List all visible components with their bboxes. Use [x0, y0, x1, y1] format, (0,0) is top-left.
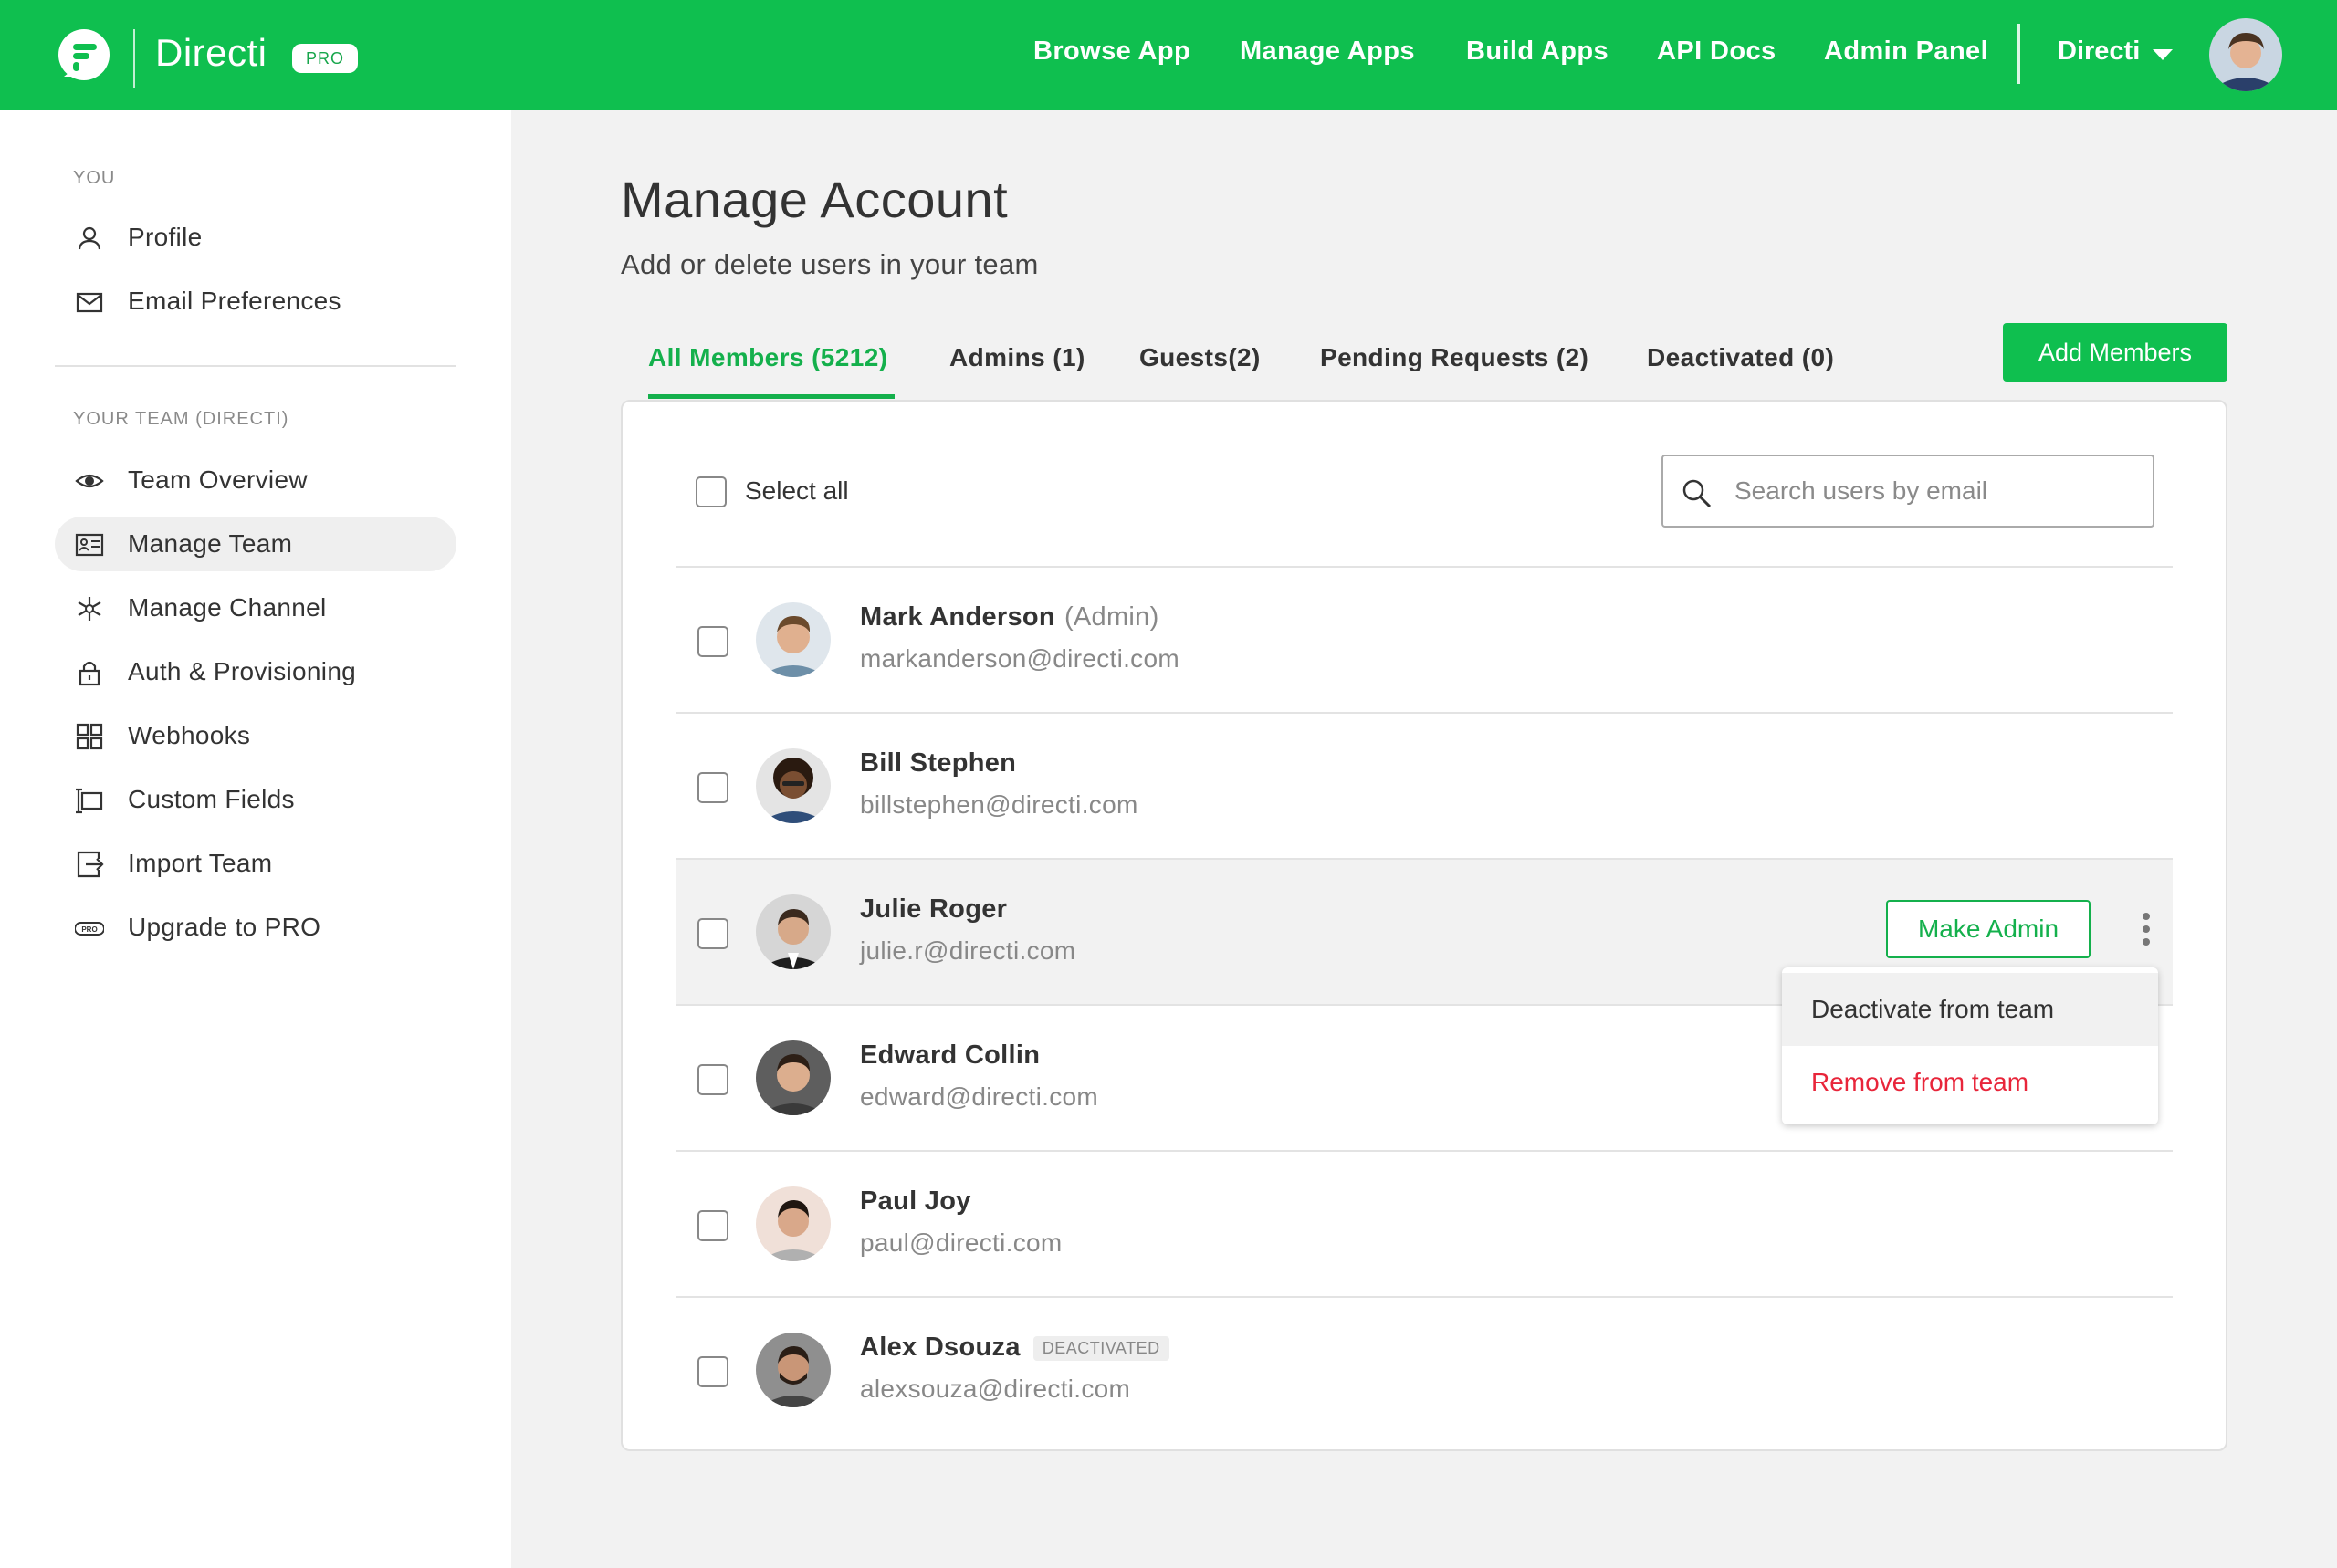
tab-deactivated[interactable]: Deactivated (0)	[1647, 343, 1834, 372]
mail-icon	[76, 292, 103, 313]
sidebar-item-import-team[interactable]: Import Team	[55, 836, 456, 891]
sidebar-item-label: Email Preferences	[128, 287, 341, 315]
member-name: Julie Roger	[860, 894, 1008, 924]
asterisk-icon	[78, 597, 101, 621]
sidebar: YOU Profile Email Preferences YOUR TEAM …	[0, 110, 511, 1568]
members-card: Select all Mark Anderson(Admin) markande…	[621, 400, 2227, 1451]
nav-manage-apps[interactable]: Manage Apps	[1240, 37, 1415, 67]
member-email: julie.r@directi.com	[860, 936, 1076, 965]
tab-admins[interactable]: Admins (1)	[949, 343, 1085, 372]
member-name: Paul Joy	[860, 1186, 971, 1216]
member-email: alexsouza@directi.com	[860, 1375, 1131, 1403]
tab-all-members[interactable]: All Members (5212)	[648, 343, 887, 372]
avatar	[756, 602, 831, 677]
sidebar-item-label: Upgrade to PRO	[128, 913, 321, 941]
sidebar-item-label: Webhooks	[128, 721, 251, 749]
sidebar-item-custom-fields[interactable]: Custom Fields	[55, 772, 456, 827]
sidebar-item-team-overview[interactable]: Team Overview	[55, 453, 456, 507]
page-title: Manage Account	[621, 171, 1009, 228]
pro-badge: PRO	[292, 44, 358, 73]
custom-fields-icon	[76, 788, 103, 814]
nav-divider	[2017, 24, 2020, 84]
deactivate-from-team-item[interactable]: Deactivate from team	[1782, 973, 2158, 1046]
search-icon	[1682, 479, 1712, 508]
eye-icon	[75, 474, 104, 488]
member-email: markanderson@directi.com	[860, 644, 1179, 673]
sidebar-item-label: Team Overview	[128, 465, 308, 494]
user-avatar[interactable]	[2209, 18, 2282, 91]
id-card-icon	[75, 533, 104, 557]
make-admin-button[interactable]: Make Admin	[1886, 900, 2091, 958]
sidebar-item-label: Manage Team	[128, 529, 293, 558]
tab-guests[interactable]: Guests(2)	[1139, 343, 1261, 372]
add-members-button[interactable]: Add Members	[2003, 323, 2227, 382]
sidebar-item-label: Auth & Provisioning	[128, 657, 357, 685]
member-checkbox[interactable]	[697, 1210, 728, 1241]
brand-name[interactable]: Directi	[155, 31, 267, 75]
search-box[interactable]	[1661, 455, 2154, 528]
sidebar-item-webhooks[interactable]: Webhooks	[55, 708, 456, 763]
nav-build-apps[interactable]: Build Apps	[1466, 37, 1609, 67]
sidebar-item-label: Custom Fields	[128, 785, 295, 813]
deactivated-badge: DEACTIVATED	[1032, 1335, 1169, 1361]
sidebar-item-label: Manage Channel	[128, 593, 327, 622]
select-all-checkbox[interactable]	[696, 476, 727, 507]
avatar	[756, 748, 831, 823]
sidebar-divider	[55, 365, 456, 367]
row-options-menu: Deactivate from team Remove from team	[1782, 967, 2158, 1124]
member-checkbox[interactable]	[697, 918, 728, 949]
caret-down-icon[interactable]	[2153, 49, 2173, 60]
member-name: Alex Dsouza DEACTIVATED	[860, 1333, 1169, 1363]
member-email: billstephen@directi.com	[860, 790, 1138, 819]
active-tab-indicator	[648, 394, 895, 399]
more-options-icon[interactable]	[2133, 909, 2160, 949]
remove-from-team-item[interactable]: Remove from team	[1782, 1046, 2158, 1119]
brand-divider	[133, 29, 135, 88]
member-row[interactable]: Paul Joy paul@directi.com	[676, 1150, 2173, 1296]
sidebar-item-manage-team[interactable]: Manage Team	[55, 517, 456, 571]
member-checkbox[interactable]	[697, 772, 728, 803]
svg-text:PRO: PRO	[81, 925, 97, 934]
user-icon	[78, 226, 101, 250]
avatar	[756, 1040, 831, 1115]
flock-logo-icon[interactable]	[55, 27, 113, 86]
nav-browse-app[interactable]: Browse App	[1033, 37, 1190, 67]
sidebar-item-profile[interactable]: Profile	[55, 210, 456, 265]
avatar	[756, 1186, 831, 1261]
sidebar-item-upgrade-pro[interactable]: PRO Upgrade to PRO	[55, 900, 456, 955]
member-name: Mark Anderson (Admin)	[860, 602, 1159, 632]
sidebar-item-auth-provisioning[interactable]: Auth & Provisioning	[55, 644, 456, 699]
pro-icon: PRO	[75, 922, 104, 936]
avatar	[756, 894, 831, 969]
section-label-team: YOUR TEAM (DIRECTI)	[73, 409, 289, 429]
lock-icon	[79, 661, 100, 686]
member-row[interactable]: Bill Stephen billstephen@directi.com	[676, 712, 2173, 858]
member-name: Edward Collin	[860, 1040, 1041, 1070]
member-row[interactable]: Alex Dsouza DEACTIVATED alexsouza@directi…	[676, 1296, 2173, 1442]
member-role: (Admin)	[1064, 602, 1159, 632]
member-checkbox[interactable]	[697, 626, 728, 657]
section-label-you: YOU	[73, 168, 116, 188]
tab-pending-requests[interactable]: Pending Requests (2)	[1320, 343, 1588, 372]
sidebar-item-manage-channel[interactable]: Manage Channel	[55, 580, 456, 635]
sidebar-item-email-preferences[interactable]: Email Preferences	[55, 274, 456, 329]
member-name: Bill Stephen	[860, 748, 1017, 778]
member-row[interactable]: Mark Anderson (Admin) markanderson@direct…	[676, 566, 2173, 712]
nav-api-docs[interactable]: API Docs	[1657, 37, 1776, 67]
top-navbar: Directi PRO Browse App Manage Apps Build…	[0, 0, 2337, 110]
grid-icon	[76, 723, 103, 750]
member-email: paul@directi.com	[860, 1228, 1063, 1257]
page-subtitle: Add or delete users in your team	[621, 248, 1039, 280]
sidebar-item-label: Import Team	[128, 849, 273, 877]
sidebar-item-label: Profile	[128, 223, 203, 251]
import-icon	[77, 851, 104, 878]
nav-admin-panel[interactable]: Admin Panel	[1824, 37, 1988, 67]
member-checkbox[interactable]	[697, 1356, 728, 1387]
search-input[interactable]	[1734, 471, 2136, 511]
select-all-label: Select all	[745, 476, 849, 505]
org-switcher[interactable]: Directi	[2058, 37, 2140, 67]
member-email: edward@directi.com	[860, 1082, 1099, 1111]
avatar	[756, 1333, 831, 1407]
member-checkbox[interactable]	[697, 1064, 728, 1095]
